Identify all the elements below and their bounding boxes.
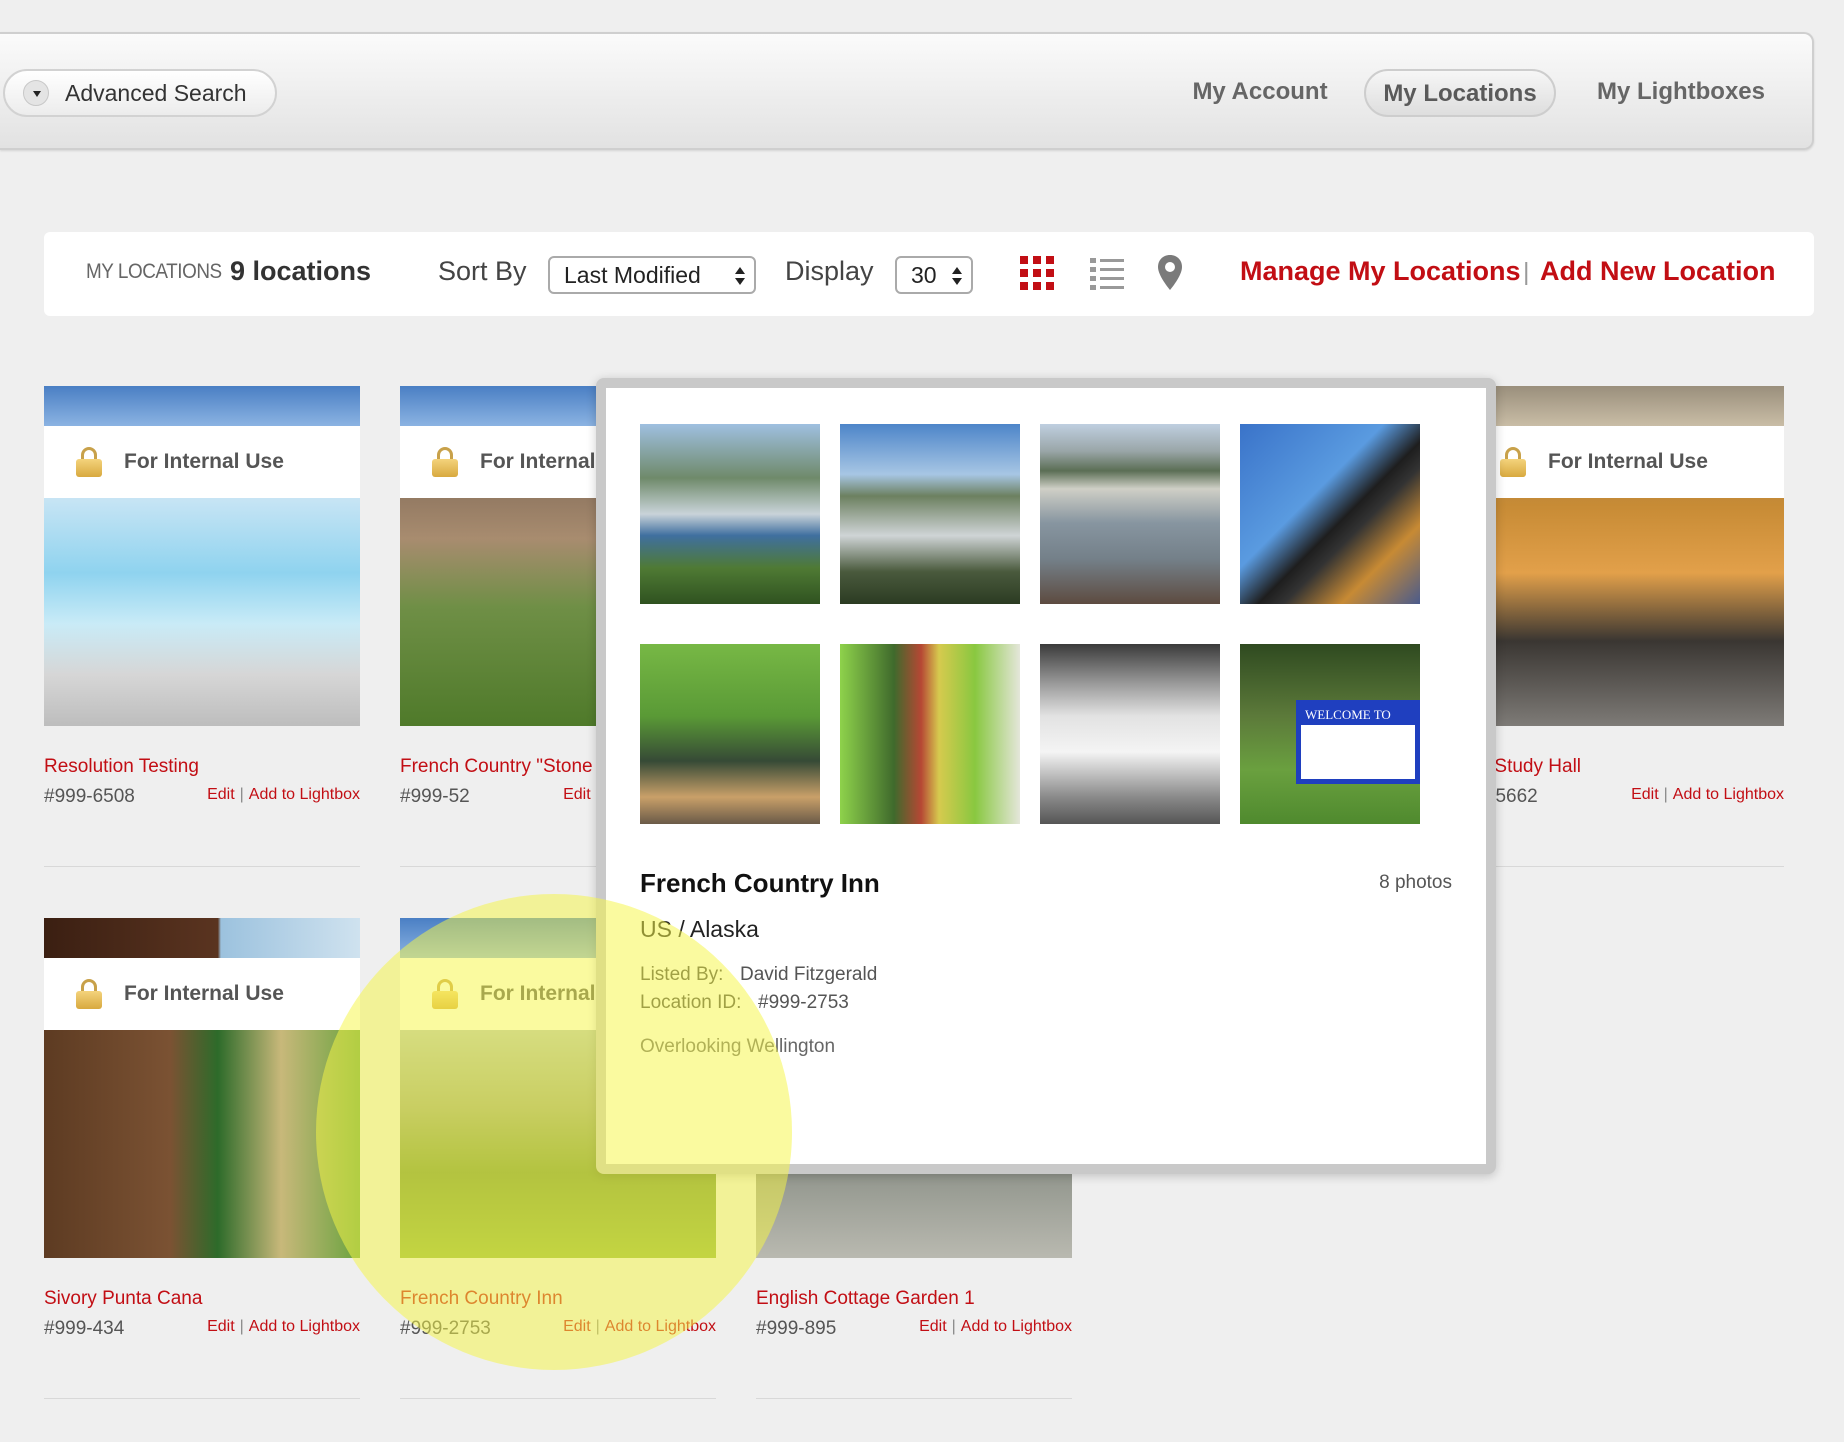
lock-icon xyxy=(432,447,458,477)
sign-text: WELCOME TO xyxy=(1301,705,1415,725)
card-actions: Edit|Add to Lightbox xyxy=(563,1318,716,1335)
grid-view-icon[interactable] xyxy=(1020,256,1054,290)
location-count: 9 locations xyxy=(230,256,372,286)
add-to-lightbox-link[interactable]: Add to Lightbox xyxy=(605,1318,716,1335)
location-id: #999-52 xyxy=(400,786,470,807)
edit-link[interactable]: Edit xyxy=(563,786,591,803)
location-card[interactable]: For Internal Use Sivory Punta Cana #999-… xyxy=(44,918,360,1399)
add-to-lightbox-link[interactable]: Add to Lightbox xyxy=(961,1318,1072,1335)
location-card[interactable]: For Internal Use Resolution Testing #999… xyxy=(44,386,360,867)
nav-my-lightboxes[interactable]: My Lightboxes xyxy=(1586,69,1776,117)
nav-my-locations[interactable]: My Locations xyxy=(1364,69,1556,117)
map-pin-icon[interactable] xyxy=(1156,254,1184,292)
location-title[interactable]: French Country Inn xyxy=(400,1288,563,1310)
preview-thumbnail[interactable] xyxy=(640,644,820,824)
popup-photo-count: 8 photos xyxy=(1379,872,1452,893)
toolbar-separator: | xyxy=(1523,258,1530,286)
listed-by-value: David Fitzgerald xyxy=(740,964,878,985)
sort-by-select[interactable]: Last Modified xyxy=(548,256,756,294)
card-divider xyxy=(400,1398,716,1399)
card-actions: Edit|Add to Lightbox xyxy=(207,786,360,803)
sort-by-value: Last Modified xyxy=(564,262,701,288)
internal-use-ribbon: For Internal Use xyxy=(1468,426,1784,498)
lock-icon xyxy=(1500,447,1526,477)
locations-toolbar: MY LOCATIONS 9 locations Sort By Last Mo… xyxy=(44,232,1814,316)
sort-by-label: Sort By xyxy=(438,256,527,286)
location-preview-popup: WELCOME TO French Country Inn 8 photos U… xyxy=(596,378,1496,1174)
edit-link[interactable]: Edit xyxy=(1631,786,1659,803)
add-to-lightbox-link[interactable]: Add to Lightbox xyxy=(249,1318,360,1335)
preview-thumbnail[interactable] xyxy=(1040,644,1220,824)
preview-thumbnail[interactable] xyxy=(640,424,820,604)
location-id-label: Location ID: xyxy=(640,992,742,1013)
ribbon-label: For Internal Use xyxy=(124,450,284,473)
preview-thumbnail[interactable] xyxy=(840,644,1020,824)
location-title[interactable]: Resolution Testing xyxy=(44,756,199,778)
list-view-icon[interactable] xyxy=(1090,256,1124,290)
card-divider xyxy=(756,1398,1072,1399)
edit-link[interactable]: Edit xyxy=(919,1318,947,1335)
add-to-lightbox-link[interactable]: Add to Lightbox xyxy=(249,786,360,803)
nav-my-account[interactable]: My Account xyxy=(1180,69,1340,117)
advanced-search-label: Advanced Search xyxy=(65,79,247,106)
internal-use-ribbon: For Internal Use xyxy=(44,958,360,1030)
ribbon-label: For Internal xyxy=(480,450,596,473)
edit-link[interactable]: Edit xyxy=(207,786,235,803)
caret-down-icon xyxy=(23,80,49,106)
preview-thumbnail[interactable] xyxy=(840,424,1020,604)
listed-by-label: Listed By: xyxy=(640,964,724,985)
location-card[interactable]: For Internal Use he Study Hall 99-5662 E… xyxy=(1468,386,1784,867)
advanced-search-button[interactable]: Advanced Search xyxy=(3,69,277,117)
card-actions: Edit|Add to Lightbox xyxy=(919,1318,1072,1335)
location-id: #999-2753 xyxy=(400,1318,491,1339)
select-arrows-icon xyxy=(952,267,962,285)
location-id: #999-6508 xyxy=(44,786,135,807)
location-id: #999-434 xyxy=(44,1318,125,1339)
display-label: Display xyxy=(785,256,874,286)
location-title[interactable]: English Cottage Garden 1 xyxy=(756,1288,975,1310)
display-count-select[interactable]: 30 xyxy=(895,256,973,294)
lock-icon xyxy=(432,979,458,1009)
lock-icon xyxy=(76,447,102,477)
popup-region: US / Alaska xyxy=(640,916,759,942)
top-nav-bar: Advanced Search My Account My Locations … xyxy=(0,32,1814,150)
section-heading: MY LOCATIONS xyxy=(86,260,222,283)
card-divider xyxy=(1468,866,1784,867)
card-divider xyxy=(44,866,360,867)
ribbon-label: For Internal Use xyxy=(124,982,284,1005)
location-title[interactable]: Sivory Punta Cana xyxy=(44,1288,202,1310)
card-actions: Edit|Add to Lightbox xyxy=(1631,786,1784,803)
add-to-lightbox-link[interactable]: Add to Lightbox xyxy=(1673,786,1784,803)
select-arrows-icon xyxy=(735,267,745,285)
card-actions: Edit|Add to Lightbox xyxy=(207,1318,360,1335)
location-id-value: #999-2753 xyxy=(758,992,849,1013)
edit-link[interactable]: Edit xyxy=(563,1318,591,1335)
location-title[interactable]: French Country "Stone xyxy=(400,756,593,778)
preview-thumbnail[interactable]: WELCOME TO xyxy=(1240,644,1420,824)
popup-description: Overlooking Wellington xyxy=(640,1036,836,1057)
lock-icon xyxy=(76,979,102,1009)
preview-thumbnail[interactable] xyxy=(1040,424,1220,604)
ribbon-label: For Internal xyxy=(480,982,596,1005)
popup-location-title: French Country Inn xyxy=(640,868,880,898)
welcome-sign: WELCOME TO xyxy=(1296,700,1420,784)
popup-country: US xyxy=(640,916,672,942)
display-count-value: 30 xyxy=(911,262,937,288)
popup-state: Alaska xyxy=(689,916,759,942)
location-id: #999-895 xyxy=(756,1318,837,1339)
preview-thumbnail[interactable] xyxy=(1240,424,1420,604)
card-divider xyxy=(44,1398,360,1399)
add-new-location-link[interactable]: Add New Location xyxy=(1540,256,1776,287)
manage-my-locations-link[interactable]: Manage My Locations xyxy=(1240,256,1521,287)
edit-link[interactable]: Edit xyxy=(207,1318,235,1335)
ribbon-label: For Internal Use xyxy=(1548,450,1708,473)
internal-use-ribbon: For Internal Use xyxy=(44,426,360,498)
